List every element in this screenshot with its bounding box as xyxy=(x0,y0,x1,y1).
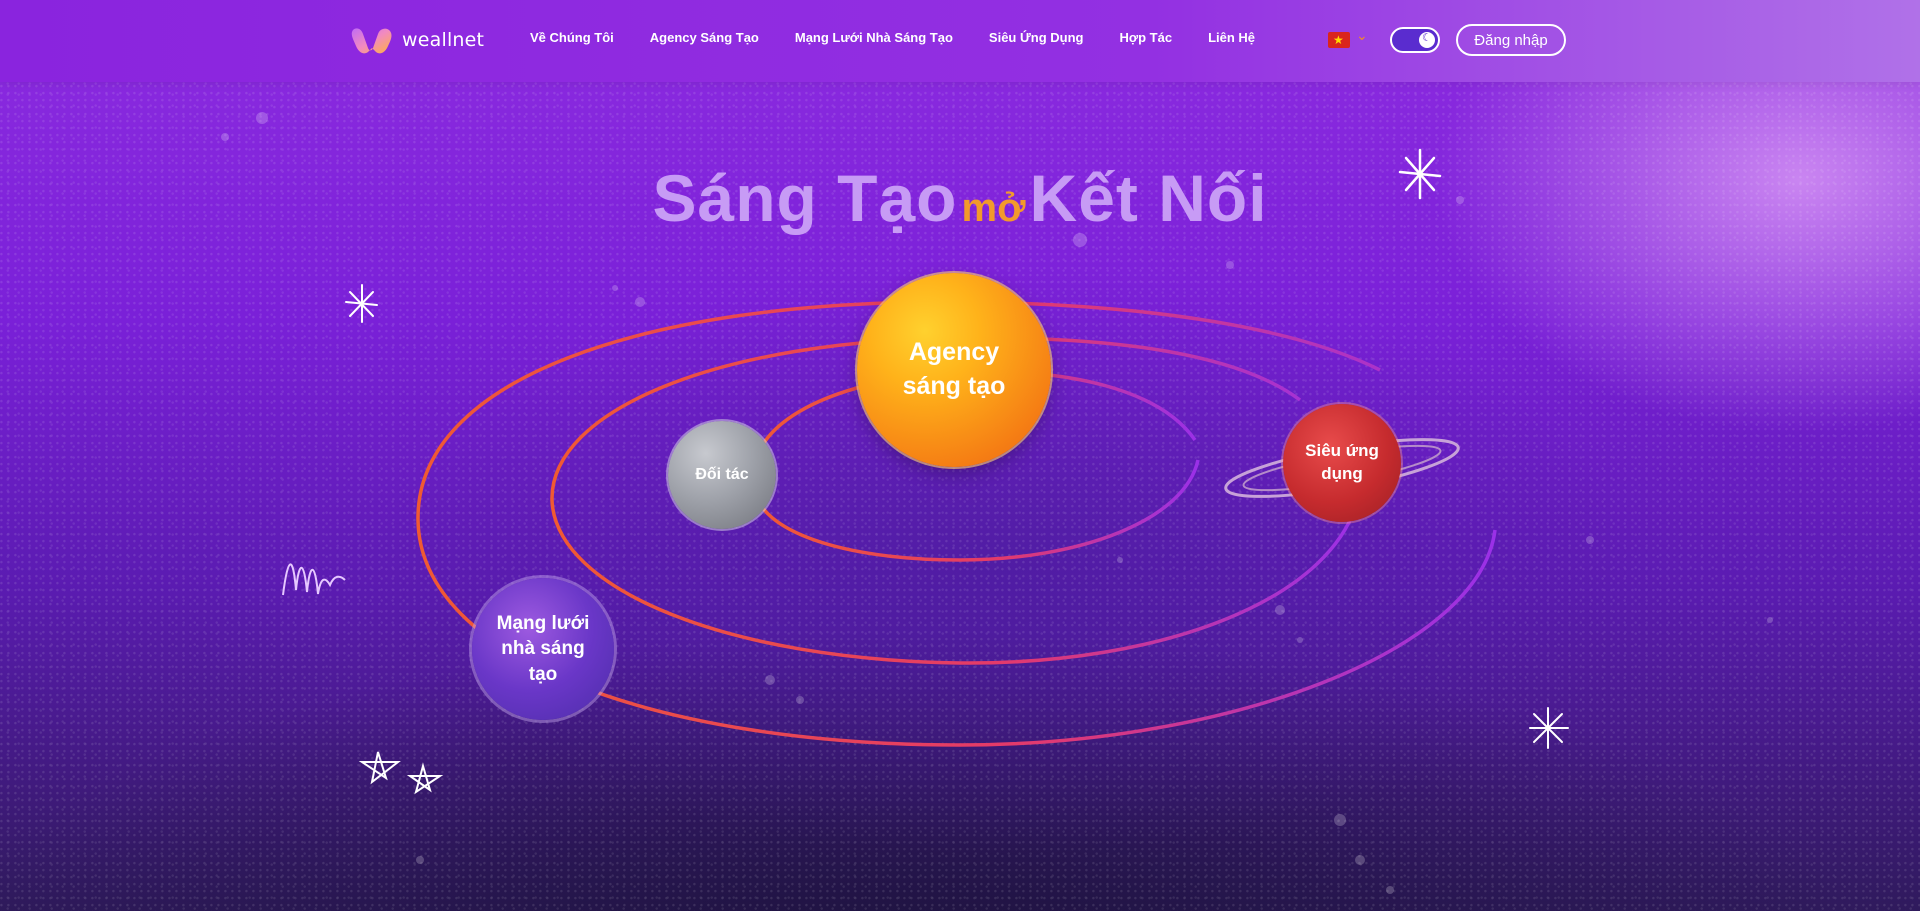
planet-agency-label: Agency sáng tạo xyxy=(902,338,1006,400)
nav-about[interactable]: Về Chúng Tôi xyxy=(530,30,614,45)
star-doodle-2 xyxy=(406,762,444,795)
planet-creator-network-label: Mạng lưới nhà sáng tạo xyxy=(496,612,590,685)
logo-icon xyxy=(351,28,392,54)
planet-agency[interactable]: Agency sáng tạo xyxy=(857,273,1051,467)
nav-agency[interactable]: Agency Sáng Tạo xyxy=(650,30,759,45)
planet-partner-label: Đối tác xyxy=(695,466,749,484)
squiggle-decoration xyxy=(282,563,346,596)
planet-partner[interactable]: Đối tác xyxy=(668,421,776,529)
hero-title-mid: mở xyxy=(961,186,1026,230)
chevron-down-icon[interactable]: ⌄ xyxy=(1356,28,1368,44)
hero-title: Sáng Tạo mởKết Nối xyxy=(0,160,1920,236)
hero-title-left: Sáng Tạo xyxy=(652,161,958,235)
main-nav: Về Chúng Tôi Agency Sáng Tạo Mạng Lưới N… xyxy=(530,30,1255,45)
nav-creator-network[interactable]: Mạng Lưới Nhà Sáng Tạo xyxy=(795,30,953,45)
planet-creator-network[interactable]: Mạng lưới nhà sáng tạo xyxy=(472,578,614,720)
logo[interactable]: weallnet xyxy=(350,24,484,56)
login-button[interactable]: Đăng nhập xyxy=(1456,24,1566,56)
theme-toggle[interactable]: ☾ xyxy=(1390,27,1440,53)
site-header: weallnet Về Chúng Tôi Agency Sáng Tạo Mạ… xyxy=(0,0,1920,82)
logo-text: weallnet xyxy=(402,29,485,51)
nav-partnership[interactable]: Hợp Tác xyxy=(1119,30,1172,45)
star-doodle-1 xyxy=(358,751,401,785)
planet-super-app[interactable]: Siêu ứng dụng xyxy=(1283,404,1401,522)
moon-icon: ☾ xyxy=(1422,31,1432,44)
vietnam-flag-icon[interactable]: ★ xyxy=(1328,32,1350,48)
nav-super-app[interactable]: Siêu Ứng Dụng xyxy=(989,30,1084,45)
hero-title-right: Kết Nối xyxy=(1029,161,1268,235)
sparkle-left xyxy=(345,284,378,323)
planet-super-app-label: Siêu ứng dụng xyxy=(1305,441,1379,483)
nav-contact[interactable]: Liên Hệ xyxy=(1208,30,1255,45)
sparkle-bottom-right xyxy=(1529,707,1569,749)
